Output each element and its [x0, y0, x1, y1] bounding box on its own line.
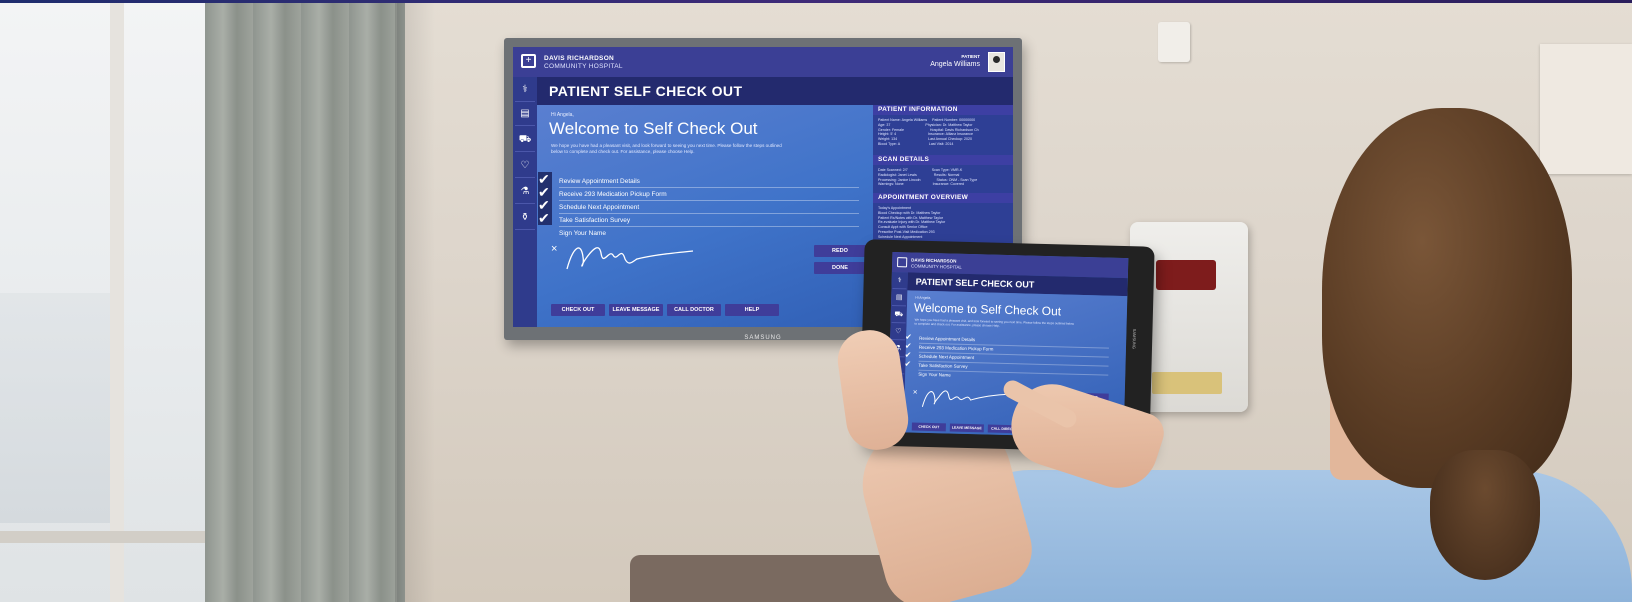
stethoscope-icon[interactable]: ⚕ [515, 79, 535, 102]
wall-board [1540, 44, 1632, 174]
intro-text: We hope you have had a pleasant visit, a… [551, 143, 782, 154]
checklist-item[interactable]: ✔ Review Appointment Details [537, 172, 873, 188]
checklist-label: Schedule Next Appointment [918, 353, 975, 361]
checkmark-icon: ✔ [538, 211, 552, 225]
check-out-button[interactable]: CHECK OUT [911, 422, 946, 432]
leave-message-button[interactable]: LEAVE MESSAGE [609, 304, 663, 316]
curtain [205, 3, 405, 602]
patient-name: Angela Williams [930, 61, 980, 68]
checklist-item[interactable]: ✔ Take Satisfaction Survey [537, 211, 873, 227]
greeting: Hi Angela, [915, 295, 932, 300]
ponytail [1430, 450, 1540, 580]
patient-info-heading: PATIENT INFORMATION [873, 105, 1013, 115]
distant-building [0, 293, 110, 523]
checklist-label: Take Satisfaction Survey [918, 362, 968, 369]
sharps-label [1152, 372, 1222, 394]
checkmark-icon: ✔ [904, 350, 912, 360]
app-header: + DAVIS RICHARDSON COMMUNITY HOSPITAL PA… [513, 47, 1013, 77]
signature-stroke [566, 247, 694, 270]
heart-icon[interactable]: ♡ [515, 155, 535, 178]
hospital-logo-icon [897, 257, 908, 268]
heart-icon[interactable]: ♡ [891, 323, 906, 341]
checklist-label: Schedule Next Appointment [559, 204, 640, 211]
welcome-heading: Welcome to Self Check Out [913, 300, 1062, 319]
hospital-name: DAVIS RICHARDSON [544, 55, 615, 62]
done-button[interactable]: DONE [814, 262, 866, 274]
checklist-label: Review Appointment Details [559, 178, 640, 185]
page-title-bar: PATIENT SELF CHECK OUT [537, 77, 1013, 105]
call-doctor-button[interactable]: CALL DOCTOR [667, 304, 721, 316]
checkmark-icon: ✔ [904, 359, 912, 369]
redo-button[interactable]: REDO [814, 245, 866, 257]
patient-info-text: Patient Name: Angela Williams Patient Nu… [878, 118, 979, 146]
curtain-shadow [395, 3, 435, 602]
page-title: PATIENT SELF CHECK OUT [915, 276, 1035, 290]
ambulance-icon[interactable]: ⛟ [515, 129, 535, 152]
greeting: Hi Angela, [551, 112, 574, 118]
main-content: Hi Angela, Welcome to Self Check Out We … [537, 105, 873, 327]
window-sill [0, 531, 215, 543]
patient-avatar [988, 52, 1005, 72]
window-mullion [110, 3, 124, 602]
checklist-label: Take Satisfaction Survey [559, 217, 631, 224]
check-out-button[interactable]: CHECK OUT [551, 304, 605, 316]
wall-outlet [1158, 22, 1190, 62]
window [0, 3, 215, 602]
clear-signature-icon[interactable]: × [551, 243, 557, 255]
help-button[interactable]: HELP [725, 304, 779, 316]
sharps-red-window [1156, 260, 1216, 290]
scan-details-heading: SCAN DETAILS [873, 155, 1013, 165]
tablet-brand-logo: SAMSUNG [1131, 328, 1137, 350]
sidebar-nav: ⚕ ▤ ⛟ ♡ ⚗ ⚱ [513, 77, 537, 327]
document-icon[interactable]: ▤ [515, 103, 535, 126]
checklist-label: Sign Your Name [559, 230, 606, 237]
signature-pad[interactable]: × [551, 237, 711, 277]
intro-text: We hope you have had a pleasant visit, a… [914, 317, 1075, 328]
flask-icon[interactable]: ⚗ [515, 181, 535, 204]
checklist-label: Review Appointment Details [919, 335, 976, 343]
welcome-heading: Welcome to Self Check Out [549, 119, 758, 138]
hospital-logo-icon: + [521, 54, 536, 68]
ambulance-icon[interactable]: ⛟ [891, 306, 906, 324]
svg-text:×: × [913, 388, 918, 397]
page-title: PATIENT SELF CHECK OUT [549, 83, 743, 99]
hospital-subtitle: COMMUNITY HOSPITAL [544, 63, 623, 70]
checkmark-icon: ✔ [904, 341, 912, 351]
checklist-item[interactable]: ✔ Schedule Next Appointment [537, 198, 873, 214]
scan-details-text: Date Scanned: 2/7 Scan Type: VMR-K Radio… [878, 168, 978, 187]
checklist-label: Sign Your Name [918, 371, 951, 378]
patient-label: PATIENT [961, 54, 980, 59]
leave-message-button[interactable]: LEAVE MESSAGE [949, 423, 984, 433]
checklist-label: Receive 293 Medication Pickup Form [918, 344, 994, 352]
appointment-overview-heading: APPOINTMENT OVERVIEW [873, 193, 1013, 203]
stethoscope-icon[interactable]: ⚕ [892, 272, 907, 290]
hospital-room-photo: + DAVIS RICHARDSON COMMUNITY HOSPITAL PA… [0, 0, 1632, 602]
hospital-subtitle: COMMUNITY HOSPITAL [910, 263, 962, 270]
hair [1322, 108, 1572, 488]
checklist-label: Receive 293 Medication Pickup Form [559, 191, 667, 198]
checkmark-icon: ✔ [905, 332, 913, 342]
signature-stroke: × [913, 388, 1011, 407]
checklist-item[interactable]: ✔ Receive 293 Medication Pickup Form [537, 185, 873, 201]
document-icon[interactable]: ▤ [892, 289, 907, 307]
appointment-overview-text: Today's Appointment Blood Checkup with D… [878, 206, 946, 239]
bottle-icon[interactable]: ⚱ [515, 207, 535, 230]
